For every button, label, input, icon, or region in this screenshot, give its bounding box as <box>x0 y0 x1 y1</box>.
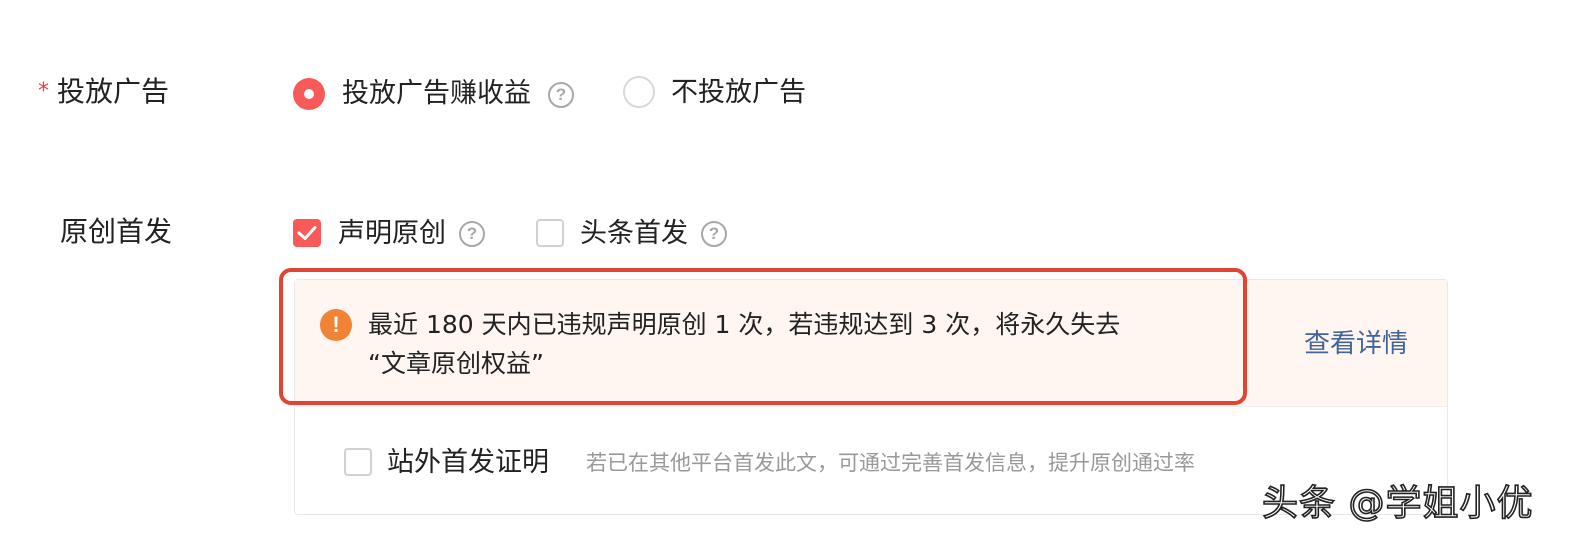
radio-ad-earn-label[interactable]: 投放广告赚收益 <box>342 80 531 108</box>
ad-row-label-text: 投放广告 <box>57 75 170 108</box>
checkbox-declare-original-label[interactable]: 声明原创 <box>338 220 446 248</box>
checkbox-declare-original[interactable] <box>293 219 321 247</box>
help-icon[interactable]: ? <box>701 221 727 247</box>
radio-no-ad[interactable] <box>623 76 655 108</box>
radio-ad-earn[interactable] <box>293 78 325 110</box>
checkbox-offsite-proof[interactable] <box>344 448 372 476</box>
offsite-proof-hint: 若已在其他平台首发此文，可通过完善首发信息，提升原创通过率 <box>586 451 1195 475</box>
warning-text-line1: 最近 180 天内已违规声明原创 1 次，若违规达到 3 次，将永久失去 <box>368 310 1121 339</box>
checkbox-offsite-proof-label[interactable]: 站外首发证明 <box>387 449 549 477</box>
original-row-label: 原创首发 <box>60 215 173 248</box>
radio-dot <box>304 89 314 99</box>
view-details-link[interactable]: 查看详情 <box>1304 330 1408 358</box>
warning-text-line2: “文章原创权益” <box>368 349 544 378</box>
check-icon <box>297 226 317 240</box>
checkbox-toutiao-first[interactable] <box>536 219 564 247</box>
ad-row-label: * 投放广告 <box>38 78 169 106</box>
help-icon[interactable]: ? <box>548 82 574 108</box>
warning-icon: ! <box>320 309 352 341</box>
checkbox-toutiao-first-label[interactable]: 头条首发 <box>580 220 688 248</box>
radio-no-ad-label[interactable]: 不投放广告 <box>671 79 806 107</box>
help-icon[interactable]: ? <box>459 221 485 247</box>
watermark: 头条 @学姐小优 <box>1261 483 1534 525</box>
required-mark: * <box>38 79 49 104</box>
